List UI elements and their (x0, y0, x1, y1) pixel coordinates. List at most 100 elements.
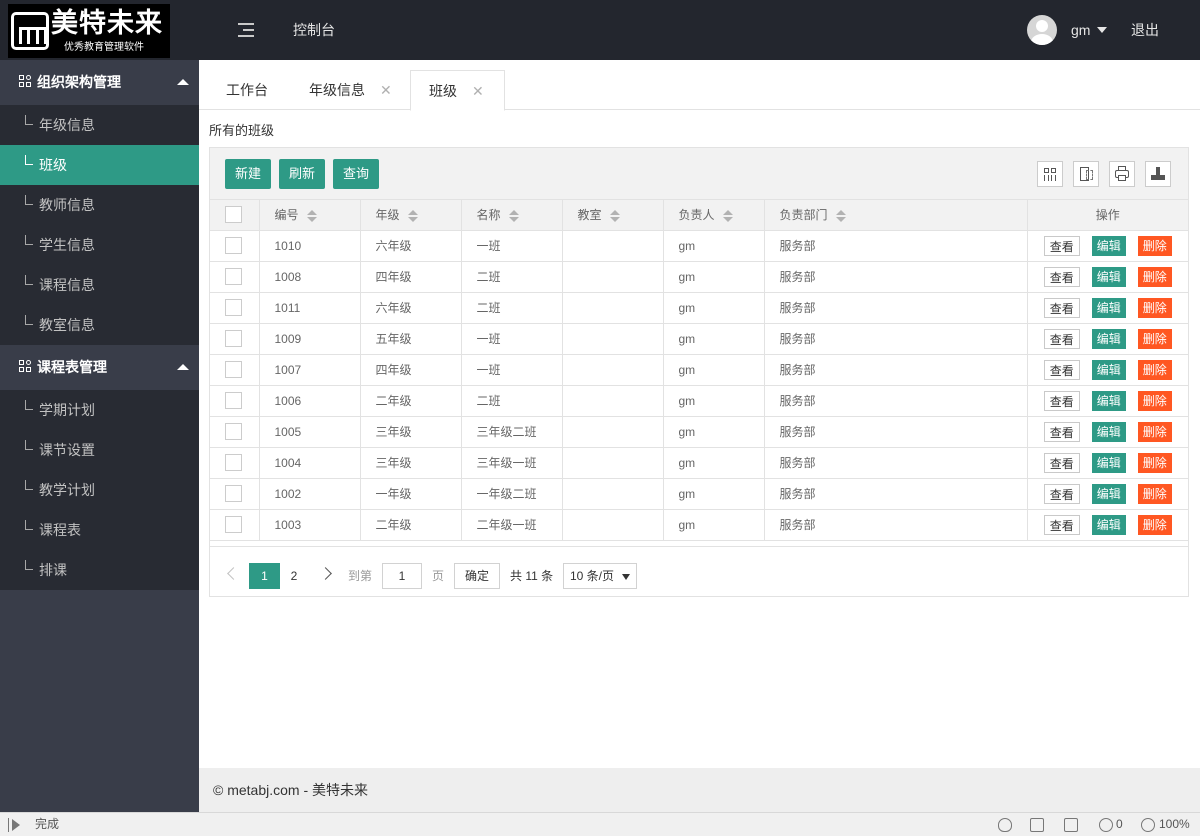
table-row[interactable]: 1008 四年级 二班 gm 服务部 查看 编辑 删除 (210, 261, 1188, 293)
sidebar-item-student-info[interactable]: 学生信息 (0, 225, 199, 265)
query-button[interactable]: 查询 (333, 159, 380, 189)
table-row[interactable]: 1011 六年级 二班 gm 服务部 查看 编辑 删除 (210, 292, 1188, 324)
sort-icon[interactable] (609, 210, 620, 223)
tab-grade-info[interactable]: 年级信息 ✕ (309, 70, 409, 111)
close-icon[interactable]: ✕ (380, 70, 392, 110)
view-button[interactable]: 查看 (1043, 514, 1080, 535)
view-button[interactable]: 查看 (1043, 328, 1080, 349)
view-button[interactable]: 查看 (1043, 235, 1080, 256)
view-button[interactable]: 查看 (1043, 390, 1080, 411)
row-checkbox[interactable] (225, 392, 242, 409)
edit-button[interactable]: 编辑 (1091, 266, 1126, 287)
menu-collapse-icon[interactable] (238, 23, 254, 37)
tab-class[interactable]: 班级 ✕ (410, 70, 505, 111)
delete-button[interactable]: 删除 (1137, 359, 1172, 380)
view-button[interactable]: 查看 (1043, 297, 1080, 318)
new-button[interactable]: 新建 (225, 159, 272, 189)
sidebar-item-teaching-plan[interactable]: 教学计划 (0, 470, 199, 510)
edit-button[interactable]: 编辑 (1091, 297, 1126, 318)
zoom-level[interactable]: 100% (1159, 817, 1190, 832)
sidebar-item-class[interactable]: 班级 (0, 145, 199, 185)
download-icon[interactable] (1064, 818, 1078, 832)
table-row[interactable]: 1009 五年级 一班 gm 服务部 查看 编辑 删除 (210, 323, 1188, 355)
table-row[interactable]: 1010 六年级 一班 gm 服务部 查看 编辑 删除 (210, 230, 1188, 262)
export-icon[interactable] (1073, 161, 1099, 187)
column-header-id[interactable]: 编号 (259, 200, 361, 231)
table-row[interactable]: 1003 二年级 二年级一班 gm 服务部 查看 编辑 删除 (210, 509, 1188, 541)
print-icon[interactable] (1109, 161, 1135, 187)
row-checkbox[interactable] (225, 268, 242, 285)
shield-icon[interactable] (998, 818, 1012, 832)
column-header-classroom[interactable]: 教室 (562, 200, 664, 231)
column-header-name[interactable]: 名称 (461, 200, 563, 231)
column-header-grade[interactable]: 年级 (360, 200, 462, 231)
edit-button[interactable]: 编辑 (1091, 390, 1126, 411)
table-row[interactable]: 1005 三年级 三年级二班 gm 服务部 查看 编辑 删除 (210, 416, 1188, 448)
column-header-department[interactable]: 负责部门 (764, 200, 1028, 231)
row-checkbox[interactable] (225, 299, 242, 316)
import-icon[interactable] (1145, 161, 1171, 187)
page-2-button[interactable]: 2 (284, 563, 304, 589)
sidebar-item-scheduling[interactable]: 排课 (0, 550, 199, 590)
play-icon[interactable] (8, 818, 22, 832)
table-row[interactable]: 1007 四年级 一班 gm 服务部 查看 编辑 删除 (210, 354, 1188, 386)
delete-button[interactable]: 删除 (1137, 421, 1172, 442)
edit-button[interactable]: 编辑 (1091, 359, 1126, 380)
page-size-select[interactable]: 10 条/页 (563, 563, 637, 589)
delete-button[interactable]: 删除 (1137, 297, 1172, 318)
username-menu[interactable]: gm (1071, 20, 1090, 40)
goto-confirm-button[interactable]: 确定 (454, 563, 501, 589)
edit-button[interactable]: 编辑 (1091, 421, 1126, 442)
refresh-button[interactable]: 刷新 (279, 159, 326, 189)
edit-button[interactable]: 编辑 (1091, 328, 1126, 349)
view-button[interactable]: 查看 (1043, 421, 1080, 442)
sort-icon[interactable] (407, 210, 418, 223)
row-checkbox[interactable] (225, 454, 242, 471)
delete-button[interactable]: 删除 (1137, 452, 1172, 473)
chevron-right-icon[interactable] (319, 567, 332, 580)
sidebar-item-term-plan[interactable]: 学期计划 (0, 390, 199, 430)
delete-button[interactable]: 删除 (1137, 235, 1172, 256)
edit-button[interactable]: 编辑 (1091, 514, 1126, 535)
row-checkbox[interactable] (225, 237, 242, 254)
sort-icon[interactable] (835, 210, 846, 223)
edit-button[interactable]: 编辑 (1091, 483, 1126, 504)
adblock-icon[interactable] (1099, 818, 1113, 832)
row-checkbox[interactable] (225, 361, 242, 378)
brand-logo[interactable]: 美特未来 优秀教育管理软件 (8, 4, 170, 58)
sidebar-group-org[interactable]: 组织架构管理 (0, 60, 199, 105)
row-checkbox[interactable] (225, 516, 242, 533)
row-checkbox[interactable] (225, 485, 242, 502)
sidebar-item-course-info[interactable]: 课程信息 (0, 265, 199, 305)
sidebar-item-period-settings[interactable]: 课节设置 (0, 430, 199, 470)
delete-button[interactable]: 删除 (1137, 266, 1172, 287)
edit-button[interactable]: 编辑 (1091, 235, 1126, 256)
edit-button[interactable]: 编辑 (1091, 452, 1126, 473)
sidebar-item-timetable[interactable]: 课程表 (0, 510, 199, 550)
goto-page-input[interactable]: 1 (382, 563, 422, 589)
user-avatar[interactable] (1027, 15, 1057, 45)
tab-workbench[interactable]: 工作台 (209, 70, 309, 111)
delete-button[interactable]: 删除 (1137, 328, 1172, 349)
view-button[interactable]: 查看 (1043, 266, 1080, 287)
table-row[interactable]: 1006 二年级 二班 gm 服务部 查看 编辑 删除 (210, 385, 1188, 417)
sort-icon[interactable] (508, 210, 519, 223)
logout-link[interactable]: 退出 (1131, 20, 1159, 40)
delete-button[interactable]: 删除 (1137, 514, 1172, 535)
column-header-owner[interactable]: 负责人 (663, 200, 765, 231)
columns-filter-icon[interactable] (1037, 161, 1063, 187)
view-button[interactable]: 查看 (1043, 359, 1080, 380)
zoom-icon[interactable] (1141, 818, 1155, 832)
chevron-left-icon[interactable] (227, 567, 240, 580)
sort-icon[interactable] (306, 210, 317, 223)
sort-icon[interactable] (722, 210, 733, 223)
delete-button[interactable]: 删除 (1137, 390, 1172, 411)
view-button[interactable]: 查看 (1043, 483, 1080, 504)
close-icon[interactable]: ✕ (472, 71, 484, 111)
table-row[interactable]: 1004 三年级 三年级一班 gm 服务部 查看 编辑 删除 (210, 447, 1188, 479)
sidebar-item-classroom-info[interactable]: 教室信息 (0, 305, 199, 345)
view-button[interactable]: 查看 (1043, 452, 1080, 473)
speaker-icon[interactable] (1030, 818, 1044, 832)
select-all-checkbox[interactable] (225, 206, 242, 224)
sidebar-item-grade-info[interactable]: 年级信息 (0, 105, 199, 145)
